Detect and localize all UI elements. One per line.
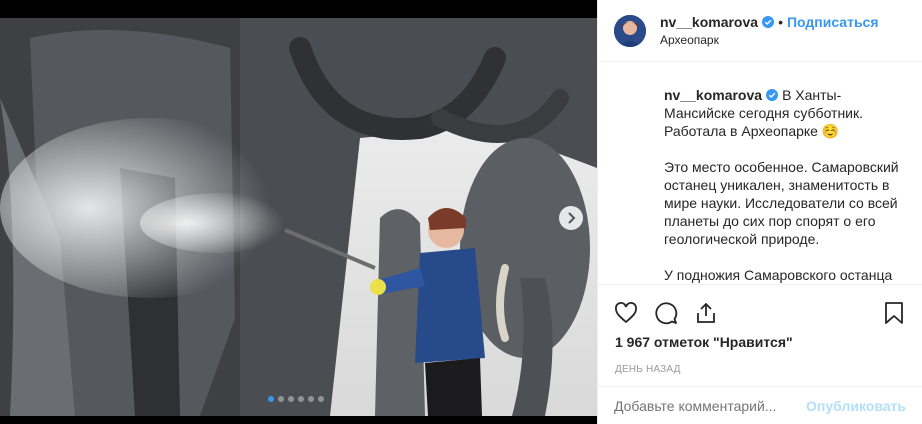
- post-header: nv__komarova • Подписаться Археопарк: [598, 0, 922, 62]
- caption-text-3: У подножия Самаровского останца: [664, 267, 893, 283]
- post-caption: nv__komarova В Ханты-Мансийске сегодня су…: [598, 62, 922, 284]
- save-button[interactable]: [874, 293, 914, 333]
- verified-badge-icon: [766, 89, 779, 101]
- likes-count[interactable]: 1 967 отметок "Нравится": [615, 334, 793, 350]
- carousel-dot: [308, 396, 314, 402]
- comment-form: Опубликовать: [598, 386, 922, 424]
- location-link[interactable]: Археопарк: [660, 31, 879, 49]
- post-sidebar: nv__komarova • Подписаться Археопарк nv_…: [597, 0, 922, 424]
- avatar[interactable]: [614, 14, 646, 47]
- mammoth-sculpture-photo: [0, 18, 597, 416]
- carousel-dot: [288, 396, 294, 402]
- caption-text-2: Это место особенное. Самаровский останец…: [664, 159, 899, 247]
- post-photo[interactable]: [0, 0, 597, 424]
- separator-dot: •: [778, 13, 783, 30]
- share-icon: [697, 302, 715, 323]
- comment-button[interactable]: [646, 293, 686, 333]
- action-bar: [598, 284, 922, 340]
- post-modal: nv__komarova • Подписаться Археопарк nv_…: [0, 0, 922, 424]
- carousel-indicator: [268, 396, 324, 402]
- heart-icon: [615, 301, 637, 323]
- username-link[interactable]: nv__komarova: [660, 13, 758, 31]
- like-button[interactable]: [606, 293, 646, 333]
- carousel-dot: [318, 396, 324, 402]
- comment-input[interactable]: [614, 397, 807, 414]
- carousel-dot: [278, 396, 284, 402]
- bookmark-icon: [885, 301, 903, 324]
- comment-icon: [655, 301, 678, 324]
- verified-badge-icon: [762, 15, 775, 28]
- caption-username-link[interactable]: nv__komarova: [664, 87, 762, 103]
- carousel-dot: [268, 396, 274, 402]
- post-timestamp[interactable]: ДЕНЬ НАЗАД: [615, 364, 681, 375]
- follow-button[interactable]: Подписаться: [787, 13, 879, 31]
- next-photo-button[interactable]: [559, 206, 583, 230]
- publish-button[interactable]: Опубликовать: [806, 398, 906, 414]
- carousel-dot: [298, 396, 304, 402]
- chevron-right-icon: [568, 212, 576, 224]
- share-button[interactable]: [686, 293, 726, 333]
